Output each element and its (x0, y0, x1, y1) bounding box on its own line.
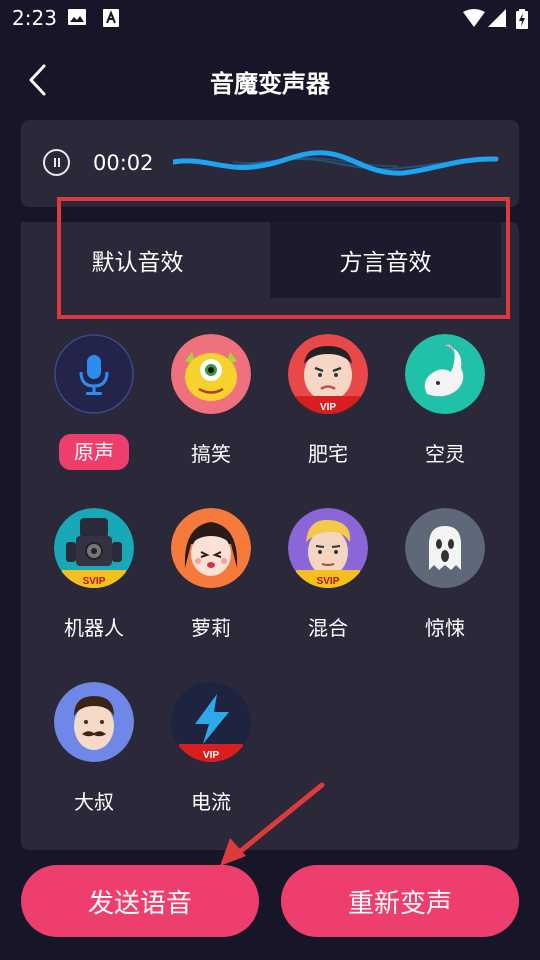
ghost-icon (405, 508, 485, 588)
svg-text:VIP: VIP (320, 402, 336, 413)
annotation-arrow (220, 782, 325, 866)
svg-text:SVIP: SVIP (83, 576, 106, 587)
microphone-avatar (54, 334, 134, 414)
status-time: 2:23 (12, 6, 57, 30)
robot-avatar: SVIP (54, 508, 134, 588)
wifi-icon (463, 9, 485, 27)
effect-otaku[interactable]: VIP 肥宅 (288, 334, 368, 466)
effect-horror[interactable]: 惊悚 (405, 508, 485, 640)
one-eyed-monster-avatar (171, 334, 251, 414)
playback-time: 00:02 (93, 151, 154, 175)
pause-button[interactable] (43, 149, 70, 176)
page-title: 音魔变声器 (210, 70, 330, 98)
effect-label: 萝莉 (191, 616, 231, 640)
fat-man-avatar: VIP (288, 334, 368, 414)
effect-loli[interactable]: 萝莉 (171, 508, 251, 640)
battery-icon (516, 9, 528, 29)
svg-text:VIP: VIP (203, 750, 219, 761)
blond-man-icon: SVIP (288, 508, 368, 588)
effect-robot[interactable]: SVIP 机器人 (54, 508, 134, 640)
girl-icon (171, 508, 251, 588)
effect-label: 搞笑 (191, 442, 231, 466)
waveform (173, 150, 499, 176)
effect-funny[interactable]: 搞笑 (171, 334, 251, 466)
ghost-avatar (405, 508, 485, 588)
blond-man-avatar: SVIP (288, 508, 368, 588)
lightning-icon: VIP (171, 682, 251, 762)
audio-player: 00:02 (21, 120, 519, 207)
whale-icon (405, 334, 485, 414)
revoice-button[interactable]: 重新变声 (281, 865, 519, 937)
font-notification-icon (103, 9, 119, 27)
fat-man-icon: VIP (288, 334, 368, 414)
effect-label: 惊悚 (425, 616, 465, 640)
signal-icon (488, 9, 506, 27)
svg-text:SVIP: SVIP (317, 576, 340, 587)
whale-avatar (405, 334, 485, 414)
effect-ethereal[interactable]: 空灵 (405, 334, 485, 466)
effect-mixed[interactable]: SVIP 混合 (288, 508, 368, 640)
send-voice-button[interactable]: 发送语音 (21, 865, 259, 937)
monster-icon (171, 334, 251, 414)
image-notification-icon (68, 9, 86, 25)
effect-label: 原声 (59, 434, 129, 470)
effect-label: 机器人 (64, 616, 124, 640)
status-bar: 2:23 (0, 0, 540, 36)
tab-default-effects[interactable]: 默认音效 (21, 222, 270, 298)
effect-original[interactable]: 原声 (54, 334, 134, 470)
robot-icon: SVIP (54, 508, 134, 588)
effect-label: 肥宅 (308, 442, 348, 466)
microphone-icon (54, 334, 134, 414)
girl-avatar (171, 508, 251, 588)
effect-label: 混合 (308, 616, 348, 640)
header: 音魔变声器 (0, 48, 540, 112)
uncle-avatar (54, 682, 134, 762)
tab-dialect-effects[interactable]: 方言音效 (270, 222, 501, 298)
effect-uncle[interactable]: 大叔 (54, 682, 134, 814)
effect-label: 大叔 (74, 790, 114, 814)
effect-label: 空灵 (425, 442, 465, 466)
mustache-man-icon (54, 682, 134, 762)
lightning-avatar: VIP (171, 682, 251, 762)
effects-panel: 默认音效 方言音效 原声 搞笑 VIP 肥宅 空灵 SVIP 机器人 萝莉 SV… (21, 222, 519, 850)
